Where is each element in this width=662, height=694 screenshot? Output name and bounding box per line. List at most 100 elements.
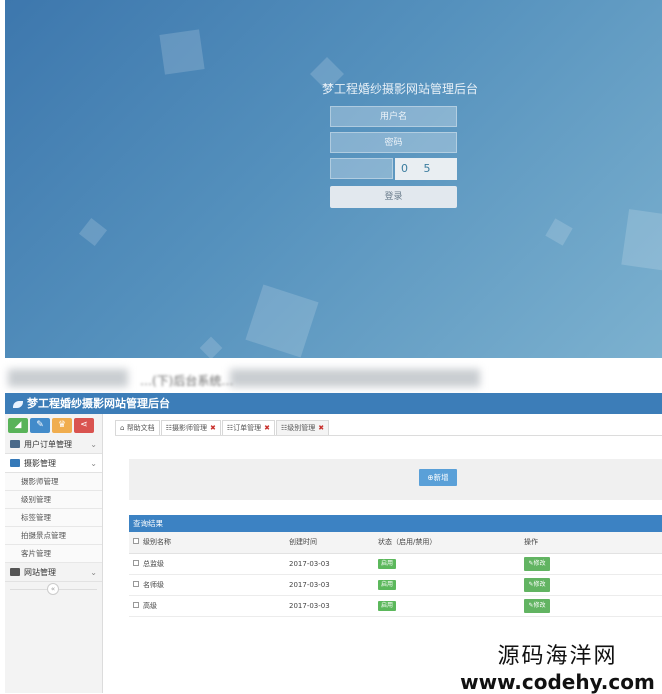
- edit-label: 修改: [533, 580, 546, 588]
- sidebar-section-photo[interactable]: 摄影管理 ⌄: [5, 454, 102, 473]
- select-all-checkbox[interactable]: [133, 538, 139, 545]
- edit-label: 修改: [533, 601, 546, 609]
- edit-button[interactable]: ✎修改: [524, 577, 550, 592]
- monitor-icon: [10, 568, 20, 576]
- status-cell: 启用: [378, 595, 524, 617]
- sidebar-section-label: 摄影管理: [24, 459, 56, 468]
- action-cell: ✎修改: [524, 574, 662, 596]
- close-icon[interactable]: ✖: [210, 424, 216, 432]
- password-field[interactable]: 密码: [330, 132, 457, 153]
- column-header: 状态（启用/禁用）: [378, 532, 524, 554]
- created-date: 2017-03-03: [289, 574, 378, 596]
- sidebar-collapse: «: [5, 582, 102, 596]
- tab-label: 订单管理: [233, 424, 262, 432]
- admin-header: 梦工程婚纱摄影网站管理后台: [5, 393, 662, 414]
- username-field[interactable]: 用户名: [330, 106, 457, 127]
- status-badge: 启用: [378, 579, 397, 590]
- row-checkbox[interactable]: [133, 559, 139, 566]
- sidebar-item-client-photos[interactable]: 客片管理: [5, 545, 102, 563]
- decor-square: [245, 284, 319, 358]
- add-button-label: 新增: [433, 473, 449, 482]
- close-icon[interactable]: ✖: [264, 424, 270, 432]
- row-checkbox[interactable]: [133, 580, 139, 587]
- chart-icon[interactable]: ◢: [8, 418, 28, 433]
- watermark: 源码海洋网 www.codehy.com: [455, 638, 660, 694]
- watermark-line2: www.codehy.com: [460, 670, 655, 694]
- sidebar-section-label: 用户订单管理: [24, 440, 72, 449]
- login-screen: 梦工程婚纱摄影网站管理后台 用户名 密码 0 5 1 登录: [5, 0, 662, 358]
- column-header: 创建时间: [289, 532, 378, 554]
- edit-button[interactable]: ✎修改: [524, 598, 550, 613]
- chevron-down-icon: ⌄: [90, 568, 97, 577]
- tab-photographers[interactable]: ☷摄影师管理 ✖: [160, 420, 221, 435]
- tab-divider: [115, 435, 662, 436]
- table-row: 名师级 2017-03-03 启用 ✎修改: [129, 574, 662, 596]
- table-row: 高级 2017-03-03 启用 ✎修改: [129, 595, 662, 617]
- close-icon[interactable]: ✖: [318, 424, 324, 432]
- sidebar: ◢ ✎ ♛ ⋖ 用户订单管理 ⌄ 摄影管理 ⌄ 摄影师管理 级别管理 标签管理 …: [5, 414, 103, 693]
- sidebar-item-locations[interactable]: 拍摄景点管理: [5, 527, 102, 545]
- select-all-cell: [129, 532, 143, 554]
- action-cell: ✎修改: [524, 595, 662, 617]
- decor-square: [545, 218, 573, 246]
- tab-label: 帮助文档: [126, 424, 155, 432]
- levels-table: 级别名称 创建时间 状态（启用/禁用） 操作 总监级 2017-03-03 启用…: [129, 532, 662, 617]
- status-badge: 启用: [378, 558, 397, 569]
- action-cell: ✎修改: [524, 553, 662, 575]
- tab-label: 摄影师管理: [171, 424, 207, 432]
- leaf-icon: [13, 400, 23, 408]
- sidebar-section-label: 网站管理: [24, 568, 56, 577]
- tab-bar: ⌂ 帮助文档 ☷摄影师管理 ✖ ☷订单管理 ✖ ☷级别管理 ✖: [115, 420, 330, 435]
- status-cell: 启用: [378, 574, 524, 596]
- row-select-cell: [129, 595, 143, 617]
- table-row: 总监级 2017-03-03 启用 ✎修改: [129, 553, 662, 575]
- created-date: 2017-03-03: [289, 553, 378, 575]
- status-badge: 启用: [378, 600, 397, 611]
- pencil-icon[interactable]: ✎: [30, 418, 50, 433]
- sidebar-item-levels[interactable]: 级别管理: [5, 491, 102, 509]
- row-checkbox[interactable]: [133, 601, 139, 608]
- tab-help[interactable]: ⌂ 帮助文档: [115, 420, 160, 435]
- level-name: 高级: [143, 595, 289, 617]
- edit-button[interactable]: ✎修改: [524, 556, 550, 571]
- users-icon: [10, 440, 20, 448]
- column-header: 操作: [524, 532, 662, 554]
- chevron-down-icon: ⌄: [90, 459, 97, 468]
- decor-square: [159, 29, 205, 75]
- tab-levels[interactable]: ☷级别管理 ✖: [276, 420, 330, 435]
- created-date: 2017-03-03: [289, 595, 378, 617]
- action-panel: ⊕新增: [129, 459, 662, 500]
- sidebar-item-photographers[interactable]: 摄影师管理: [5, 473, 102, 491]
- row-select-cell: [129, 574, 143, 596]
- sidebar-section-site[interactable]: 网站管理 ⌄: [5, 563, 102, 582]
- tab-label: 级别管理: [287, 424, 316, 432]
- level-name: 总监级: [143, 553, 289, 575]
- users-icon[interactable]: ♛: [52, 418, 72, 433]
- table-header-row: 级别名称 创建时间 状态（启用/禁用） 操作: [129, 532, 662, 554]
- decor-square: [621, 209, 662, 271]
- share-icon[interactable]: ⋖: [74, 418, 94, 433]
- watermark-line1: 源码海洋网: [497, 644, 618, 669]
- collapse-toggle[interactable]: «: [47, 583, 59, 595]
- admin-title: 梦工程婚纱摄影网站管理后台: [27, 397, 170, 410]
- blur-blob: [230, 369, 480, 387]
- caption-text: …(下)后台系统…: [140, 374, 234, 388]
- edit-label: 修改: [533, 559, 546, 567]
- login-title: 梦工程婚纱摄影网站管理后台: [321, 82, 478, 96]
- add-button[interactable]: ⊕新增: [419, 469, 457, 486]
- result-title: 查询结果: [129, 515, 662, 532]
- captcha-field[interactable]: [330, 158, 393, 179]
- chevron-down-icon: ⌄: [90, 440, 97, 449]
- home-icon: ⌂: [120, 424, 125, 432]
- login-button[interactable]: 登录: [330, 186, 457, 208]
- decor-square: [78, 217, 108, 247]
- captcha-image[interactable]: 0 5 1: [395, 158, 457, 180]
- sidebar-section-orders[interactable]: 用户订单管理 ⌄: [5, 435, 102, 454]
- blur-blob: [8, 369, 128, 387]
- column-header: 级别名称: [143, 532, 289, 554]
- sidebar-item-tags[interactable]: 标签管理: [5, 509, 102, 527]
- sidebar-toolbar: ◢ ✎ ♛ ⋖: [5, 414, 102, 435]
- camera-icon: [10, 459, 20, 467]
- status-cell: 启用: [378, 553, 524, 575]
- tab-orders[interactable]: ☷订单管理 ✖: [221, 420, 275, 435]
